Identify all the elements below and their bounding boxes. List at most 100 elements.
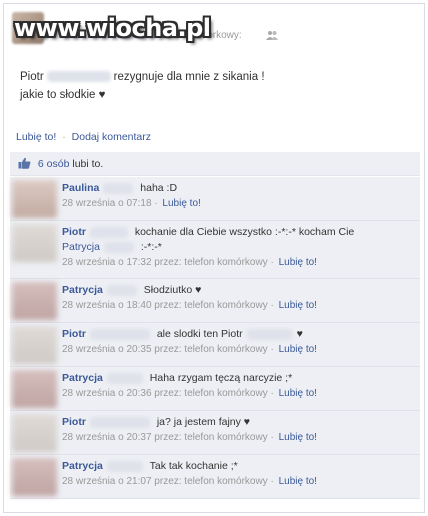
commenter-name[interactable]: Piotr [62,416,86,428]
comment-meta: 28 września o 18:40 przez: telefon komór… [62,298,414,314]
comment-text-cont: :-*:-* [140,241,162,253]
blurred-surname [246,328,293,340]
comment-time[interactable]: 28 września o 20:37 [62,432,152,443]
comment-text: Słodziutko ♥ [143,284,202,296]
separator: · [270,432,274,443]
separator: · [270,476,274,487]
comment-body: Patrycja Haha rzygam tęczą narcyzie ;* 2… [62,371,414,402]
comment-text: Haha rzygam tęczą narcyzie ;* [149,372,293,384]
blurred-surname [89,328,150,340]
blurred-surname [106,284,137,296]
facebook-post: n komórkowy: www.wiocha.pl Piotr rezygnuj… [3,3,425,513]
separator: · [270,344,274,355]
comment-via: przez: telefon komórkowy [154,257,268,268]
mention-link[interactable]: Patrycja [62,241,100,253]
comment-body: Paulina haha :D 28 września o 07:18 · Lu… [62,181,414,212]
comments-list: Paulina haha :D 28 września o 07:18 · Lu… [10,177,420,499]
comment: Patrycja Haha rzygam tęczą narcyzie ;* 2… [10,367,420,411]
comment-text: ale slodki ten Piotr [156,328,243,340]
commenter-name[interactable]: Paulina [62,182,99,194]
people-icon [266,31,278,40]
status-text: Piotr rezygnuje dla mnie z sikania ! jaki… [20,68,265,104]
comment-meta: 28 września o 20:36 przez: telefon komór… [62,386,414,402]
status-line-1: Piotr rezygnuje dla mnie z sikania ! [20,68,265,86]
comment: Piotr ale slodki ten Piotr ♥ 28 września … [10,323,420,367]
blurred-surname [106,460,143,472]
likes-bar: 6 osób lubi to. [10,152,420,176]
comment-like-link[interactable]: Lubię to! [279,300,317,311]
add-comment-link[interactable]: Dodaj komentarz [72,131,151,143]
like-link[interactable]: Lubię to! [16,131,56,143]
separator: · [270,257,274,268]
comment-via: przez: telefon komórkowy [154,476,268,487]
comment-like-link[interactable]: Lubię to! [279,432,317,443]
comment-meta: 28 września o 20:35 przez: telefon komór… [62,342,414,358]
comment-time[interactable]: 28 września o 20:35 [62,344,152,355]
comment-like-link[interactable]: Lubię to! [162,198,200,209]
comment-text-end: ♥ [296,328,303,340]
comment: Patrycja Tak tak kochanie ;* 28 września… [10,455,420,499]
commenter-avatar[interactable] [12,458,57,496]
comment: Piotr kochanie dla Ciebie wszystko :-*:-… [10,221,420,279]
separator: · [62,131,66,143]
separator: · [154,198,158,209]
comment-body: Piotr ja? ja jestem fajny ♥ 28 września … [62,415,414,446]
commenter-avatar[interactable] [12,326,57,364]
comment-via: przez: telefon komórkowy [154,344,268,355]
comment-meta: 28 września o 20:37 przez: telefon komór… [62,430,414,446]
comment-body: Piotr kochanie dla Ciebie wszystko :-*:-… [62,225,414,271]
comment-meta: 28 września o 17:32 przez: telefon komór… [62,255,414,271]
comment-time[interactable]: 28 września o 20:36 [62,388,152,399]
thumbs-up-icon [18,157,31,169]
comment-time[interactable]: 28 września o 17:32 [62,257,152,268]
commenter-avatar[interactable] [12,180,57,218]
blurred-surname [46,71,111,83]
site-watermark: www.wiocha.pl [14,14,211,42]
comment-text: ja? ja jestem fajny ♥ [156,416,251,428]
comment-via: przez: telefon komórkowy [154,432,268,443]
comment-meta: 28 września o 07:18 · Lubię to! [62,196,414,212]
commenter-avatar[interactable] [12,370,57,408]
comment-body: Patrycja Tak tak kochanie ;* 28 września… [62,459,414,490]
commenter-avatar[interactable] [12,414,57,452]
commenter-name[interactable]: Piotr [62,226,86,238]
blurred-surname [89,416,150,428]
comment-via: przez: telefon komórkowy [154,300,268,311]
comment-meta: 28 września o 21:07 przez: telefon komór… [62,474,414,490]
comment-text: kochanie dla Ciebie wszystko :-*:-* koch… [134,226,355,238]
blurred-surname [103,241,134,253]
comment-time[interactable]: 28 września o 07:18 [62,198,152,209]
blurred-surname [103,182,134,194]
commenter-avatar[interactable] [12,224,57,262]
commenter-name[interactable]: Piotr [62,328,86,340]
status-line-1-text: rezygnuje dla mnie z sikania ! [113,71,265,83]
comment-like-link[interactable]: Lubię to! [279,344,317,355]
blurred-surname [89,226,128,238]
comment: Patrycja Słodziutko ♥ 28 września o 18:4… [10,279,420,323]
blurred-surname [106,372,143,384]
comment-time[interactable]: 28 września o 21:07 [62,476,152,487]
comment: Paulina haha :D 28 września o 07:18 · Lu… [10,177,420,221]
comment-time[interactable]: 28 września o 18:40 [62,300,152,311]
comment-body: Piotr ale slodki ten Piotr ♥ 28 września … [62,327,414,358]
separator: · [270,388,274,399]
comment-like-link[interactable]: Lubię to! [279,476,317,487]
comment-like-link[interactable]: Lubię to! [279,388,317,399]
comment-text: haha :D [140,182,178,194]
comment-text: Tak tak kochanie ;* [149,460,238,472]
likes-count-link[interactable]: 6 osób [38,158,70,170]
post-actions: Lubię to! · Dodaj komentarz [4,126,424,148]
separator: · [270,300,274,311]
status-author: Piotr [20,71,44,83]
status-line-2: jakie to słodkie ♥ [20,89,106,101]
likes-suffix: lubi to. [72,158,104,170]
commenter-name[interactable]: Patrycja [62,372,103,384]
comment-via: przez: telefon komórkowy [154,388,268,399]
comment-like-link[interactable]: Lubię to! [279,257,317,268]
commenter-name[interactable]: Patrycja [62,284,103,296]
post-header: n komórkowy: www.wiocha.pl [4,4,424,52]
commenter-avatar[interactable] [12,282,57,320]
commenter-name[interactable]: Patrycja [62,460,103,472]
comment-body: Patrycja Słodziutko ♥ 28 września o 18:4… [62,283,414,314]
comment: Piotr ja? ja jestem fajny ♥ 28 września … [10,411,420,455]
